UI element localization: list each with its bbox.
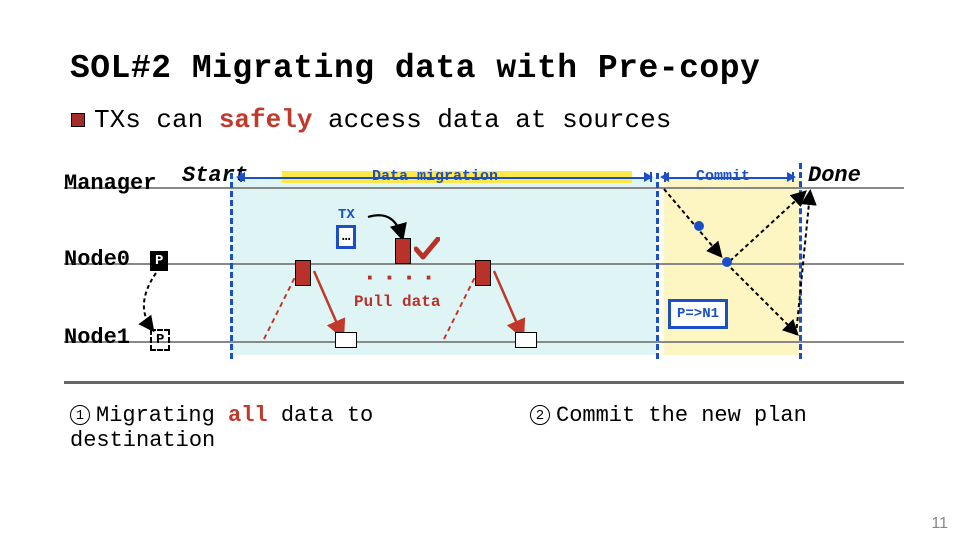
footnote-1-pre: Migrating: [96, 403, 228, 428]
footnote-2-text: Commit the new plan: [556, 403, 807, 428]
done-label: Done: [808, 163, 861, 188]
label-manager: Manager: [64, 171, 156, 196]
repeat-dots: ····: [362, 263, 440, 293]
commit-label: Commit: [696, 168, 750, 185]
footnotes: 1Migrating all data to destination 2Comm…: [70, 403, 902, 453]
data-block-tx: [396, 239, 410, 263]
page-number: 11: [931, 515, 948, 533]
tx-box: …: [336, 225, 356, 249]
commit-plan-box: P=>N1: [668, 299, 728, 329]
commit-tick-r: [792, 172, 794, 182]
bullet-icon: [72, 114, 84, 126]
bullet-line: TXs can safely access data at sources: [72, 105, 902, 135]
footnote-1-em: all: [228, 403, 268, 428]
footnote-1: 1Migrating all data to destination: [70, 403, 450, 453]
slide-title: SOL#2 Migrating data with Pre-copy: [70, 50, 902, 87]
migration-zone: [230, 177, 656, 355]
bottom-rule: [64, 381, 904, 384]
p-badge-dashed: P: [150, 329, 170, 351]
footnote-2-num: 2: [530, 405, 550, 425]
timeline-diagram: Manager Node0 Node1 P P Start Done Data …: [64, 165, 904, 385]
commit-dot-1: [694, 221, 704, 231]
tx-label: TX: [338, 207, 355, 223]
p-badge-solid: P: [150, 251, 168, 271]
bullet-em: safely: [219, 105, 313, 135]
commit-tick-l: [664, 172, 666, 182]
migration-tick-l: [240, 172, 242, 182]
label-node0: Node0: [64, 247, 130, 272]
dest-block-2: [516, 333, 536, 347]
footnote-2: 2 Commit the new plan: [530, 403, 807, 453]
node1-line: [64, 341, 904, 343]
migration-tick-r: [650, 172, 652, 182]
commit-dot-2: [722, 257, 732, 267]
bullet-pre: TXs can: [94, 105, 219, 135]
label-node1: Node1: [64, 325, 130, 350]
data-block-1: [296, 261, 310, 285]
pull-data-label: Pull data: [354, 293, 440, 311]
commit-divider: [656, 173, 659, 359]
start-divider: [230, 173, 233, 359]
data-block-2: [476, 261, 490, 285]
check-icon: [414, 237, 440, 261]
footnote-1-num: 1: [70, 405, 90, 425]
bullet-post: access data at sources: [312, 105, 671, 135]
migration-label: Data migration: [372, 168, 498, 185]
done-divider: [799, 163, 802, 359]
dest-block-1: [336, 333, 356, 347]
